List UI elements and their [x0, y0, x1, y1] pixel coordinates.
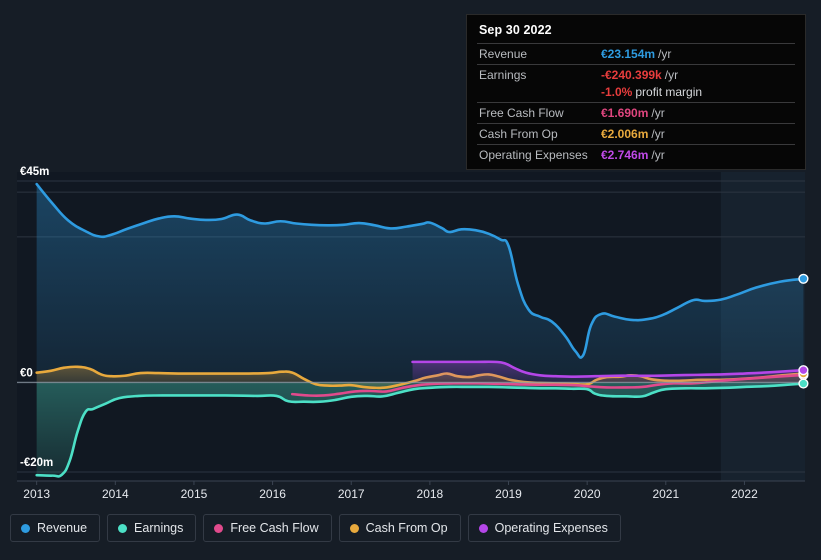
financial-chart: €45m €0 -€20m 2013 2014 2015 2016 2017 2018 2019 2…: [0, 0, 821, 560]
legend-item-label: Earnings: [134, 521, 184, 535]
endpoint-marker-operating_expenses[interactable]: [798, 365, 809, 376]
y-axis-tick-label: €45m: [20, 166, 49, 178]
tooltip-row-label: Operating Expenses: [479, 148, 588, 162]
legend-item-earnings[interactable]: Earnings: [107, 514, 197, 542]
x-axis-tick-label: 2013: [23, 487, 50, 500]
tooltip-row-label: Revenue: [479, 47, 528, 61]
tooltip-row-label: Earnings: [479, 68, 527, 82]
x-axis-tick-label: 2022: [731, 487, 758, 500]
legend-item-operating-expenses[interactable]: Operating Expenses: [467, 514, 621, 542]
tooltip-row-unit: /yr: [651, 106, 665, 120]
legend-item-label: Cash From Op: [365, 521, 448, 535]
tooltip-row-value-wrap: €23.154m/yr: [601, 47, 671, 61]
tooltip-row-value-wrap: €1.690m/yr: [601, 106, 665, 120]
tooltip-row: -1.0% profit margin: [477, 85, 795, 102]
legend-item-revenue[interactable]: Revenue: [10, 514, 101, 542]
tooltip-row-value: €23.154m: [601, 47, 656, 61]
tooltip-row-value: €1.690m: [601, 106, 649, 120]
legend-item-label: Free Cash Flow: [230, 521, 319, 535]
x-axis-tick-label: 2019: [495, 487, 522, 500]
legend-color-dot-icon: [21, 523, 30, 533]
tooltip-row: Operating Expenses €2.746m/yr: [477, 144, 795, 165]
tooltip-row-suffix: profit margin: [635, 85, 703, 99]
tooltip-row-value-wrap: €2.006m/yr: [601, 127, 665, 141]
tooltip-row-unit: /yr: [651, 127, 665, 141]
tooltip-row-value: €2.006m: [601, 127, 649, 141]
tooltip-rows: Revenue €23.154m/yr Earnings -€240.399k/yr -…: [477, 43, 795, 165]
tooltip-row-value-wrap: €2.746m/yr: [601, 148, 665, 162]
legend-item-label: Revenue: [37, 521, 88, 535]
tooltip-date: Sep 30 2022: [479, 23, 552, 37]
tooltip-row-value: €2.746m: [601, 148, 649, 162]
legend-color-dot-icon: [214, 523, 224, 533]
tooltip-row-unit: /yr: [651, 148, 665, 162]
endpoint-marker-revenue[interactable]: [798, 273, 809, 284]
legend-item-label: Operating Expenses: [494, 521, 608, 535]
endpoint-marker-earnings[interactable]: [798, 378, 809, 389]
tooltip-row-unit: /yr: [658, 47, 672, 61]
tooltip-row-label: Free Cash Flow: [479, 106, 564, 120]
y-axis-tick-label: €0: [20, 367, 33, 379]
tooltip-row: Cash From Op €2.006m/yr: [477, 123, 795, 144]
x-axis-tick-label: 2014: [102, 487, 129, 500]
tooltip-row-value-wrap: -€240.399k/yr: [601, 68, 678, 82]
tooltip-row-label: Cash From Op: [479, 127, 558, 141]
tooltip-row-value: -1.0%: [601, 85, 633, 99]
legend-color-dot-icon: [118, 523, 128, 533]
legend-color-dot-icon: [349, 523, 359, 533]
tooltip-row: Earnings -€240.399k/yr: [477, 64, 795, 85]
y-axis-tick-label: -€20m: [20, 457, 53, 469]
x-axis-tick-label: 2020: [574, 487, 601, 500]
tooltip-row: Free Cash Flow €1.690m/yr: [477, 102, 795, 123]
x-axis-tick-label: 2021: [652, 487, 679, 500]
x-axis-tick-label: 2018: [417, 487, 444, 500]
tooltip-row-value: -€240.399k: [601, 68, 662, 82]
legend-item-cash-from-op[interactable]: Cash From Op: [338, 514, 461, 542]
x-axis-tick-label: 2016: [259, 487, 286, 500]
tooltip-row: Revenue €23.154m/yr: [477, 43, 795, 64]
tooltip-row-unit: /yr: [664, 68, 679, 82]
chart-legend: Revenue Earnings Free Cash Flow Cash From O…: [10, 514, 621, 542]
x-axis-tick-label: 2017: [338, 487, 365, 500]
legend-item-free-cash-flow[interactable]: Free Cash Flow: [203, 514, 332, 542]
data-tooltip: Sep 30 2022 Revenue €23.154m/yr Earnings -€…: [466, 14, 806, 170]
x-axis-tick-label: 2015: [181, 487, 208, 500]
tooltip-row-value-wrap: -1.0% profit margin: [601, 85, 702, 99]
legend-color-dot-icon: [478, 523, 488, 533]
